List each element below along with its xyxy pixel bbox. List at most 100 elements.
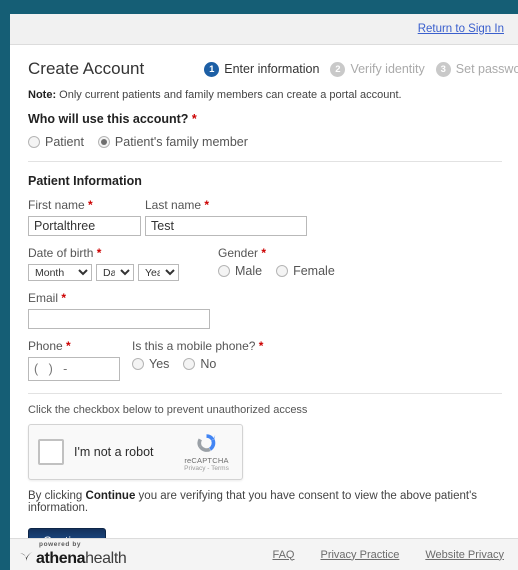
note-text: Only current patients and family members… xyxy=(56,89,402,101)
last-name-label: Last name * xyxy=(145,198,502,212)
radio-female-dot[interactable] xyxy=(276,265,289,277)
note-prefix: Note: xyxy=(28,89,57,101)
recaptcha-widget[interactable]: I'm not a robot reCAPTCHA Privacy - Term… xyxy=(28,424,243,480)
dob-group: Date of birth * Month Day Year xyxy=(28,246,218,281)
dob-gender-row: Date of birth * Month Day Year Gender * … xyxy=(28,246,502,281)
phone-input[interactable] xyxy=(28,357,120,381)
top-bar: Return to Sign In xyxy=(10,14,518,45)
captcha-instruction: Click the checkbox below to prevent unau… xyxy=(28,404,308,416)
radio-mobile-yes-label: Yes xyxy=(149,357,170,371)
powered-by-label: powered by xyxy=(39,540,82,548)
step-1-number: 1 xyxy=(204,61,220,77)
recaptcha-branding: reCAPTCHA Privacy - Terms xyxy=(180,432,233,472)
recaptcha-icon xyxy=(180,432,233,455)
step-1-label: Enter information xyxy=(224,62,320,76)
footer-link-website-privacy[interactable]: Website Privacy xyxy=(425,549,504,561)
divider-captcha xyxy=(28,393,502,394)
mobile-phone-label: Is this a mobile phone? * xyxy=(132,339,502,353)
radio-patient-dot[interactable] xyxy=(28,136,40,148)
email-label-text: Email xyxy=(28,291,59,305)
portal-note: Note: Only current patients and family m… xyxy=(28,89,502,101)
consent-text: By clicking Continue you are verifying t… xyxy=(28,490,502,514)
footer-links: FAQ Privacy Practice Website Privacy xyxy=(246,549,504,561)
section-title-patient-information: Patient Information xyxy=(28,174,142,188)
athena-leaf-icon xyxy=(18,549,35,567)
radio-patients-family-member-label: Patient's family member xyxy=(114,135,248,149)
phone-required: * xyxy=(66,339,71,353)
phone-row: Phone * Is this a mobile phone? * Yes xyxy=(28,339,502,381)
dob-day-select[interactable]: Day xyxy=(96,264,134,281)
account-user-question-text: Who will use this account? xyxy=(28,112,189,126)
app-frame: Return to Sign In Create Account 1 Enter… xyxy=(0,0,518,570)
athena-text: athena xyxy=(36,550,86,568)
mobile-group: Is this a mobile phone? * Yes No xyxy=(132,339,502,381)
recaptcha-checkbox[interactable] xyxy=(38,439,64,465)
step-set-password: 3 Set password xyxy=(435,61,518,77)
return-to-sign-in-link[interactable]: Return to Sign In xyxy=(418,23,504,35)
radio-patients-family-member[interactable]: Patient's family member xyxy=(97,135,248,149)
radio-mobile-yes[interactable]: Yes xyxy=(132,357,169,371)
name-labels-row: First name * Last name * xyxy=(28,198,502,236)
phone-group: Phone * xyxy=(28,339,132,381)
email-required: * xyxy=(61,291,67,305)
radio-mobile-no-dot[interactable] xyxy=(183,358,196,370)
phone-label: Phone * xyxy=(28,339,132,353)
dob-month-select[interactable]: Month xyxy=(28,264,92,281)
last-name-required: * xyxy=(204,198,210,212)
gender-group: Gender * Male Female xyxy=(218,246,502,281)
radio-male[interactable]: Male xyxy=(218,264,262,278)
page-footer: powered by athena health FAQ Privacy Pra… xyxy=(10,538,518,570)
footer-link-faq[interactable]: FAQ xyxy=(272,549,294,561)
first-name-input[interactable] xyxy=(28,216,141,236)
page-title: Create Account xyxy=(28,59,145,78)
date-of-birth-label: Date of birth * xyxy=(28,246,218,260)
dob-required: * xyxy=(96,246,102,260)
step-2-number: 2 xyxy=(330,61,346,77)
email-input[interactable] xyxy=(28,309,210,329)
gender-radio-group: Male Female xyxy=(218,264,502,278)
radio-male-label: Male xyxy=(235,264,263,278)
radio-mobile-yes-dot[interactable] xyxy=(132,358,144,370)
divider-top xyxy=(28,161,502,162)
page-card: Return to Sign In Create Account 1 Enter… xyxy=(10,14,518,570)
step-verify-identity: 2 Verify identity xyxy=(330,61,425,77)
radio-patient-label: Patient xyxy=(45,135,84,149)
first-name-label-text: First name xyxy=(28,198,85,212)
date-of-birth-label-text: Date of birth xyxy=(28,246,94,260)
email-label: Email * xyxy=(28,291,502,305)
step-enter-information[interactable]: 1 Enter information xyxy=(204,61,320,77)
last-name-input[interactable] xyxy=(145,216,307,236)
phone-label-text: Phone xyxy=(28,339,63,353)
mobile-required: * xyxy=(258,339,264,353)
consent-prefix: By clicking xyxy=(28,490,86,502)
gender-required: * xyxy=(261,246,267,260)
last-name-label-text: Last name xyxy=(145,198,202,212)
header-row: Create Account 1 Enter information 2 Ver… xyxy=(10,45,518,89)
radio-male-dot[interactable] xyxy=(218,265,230,277)
radio-female[interactable]: Female xyxy=(276,264,335,278)
dob-year-select[interactable]: Year xyxy=(138,264,179,281)
radio-female-label: Female xyxy=(293,264,335,278)
first-name-label: First name * xyxy=(28,198,145,212)
radio-mobile-no[interactable]: No xyxy=(183,357,216,371)
mobile-radio-group: Yes No xyxy=(132,357,502,371)
athenahealth-logo: powered by athena health xyxy=(18,540,127,568)
recaptcha-brand-name: reCAPTCHA xyxy=(184,456,229,465)
required-asterisk: * xyxy=(191,112,197,126)
step-2-label: Verify identity xyxy=(350,62,425,76)
footer-link-privacy-practice[interactable]: Privacy Practice xyxy=(320,549,399,561)
radio-patients-family-member-dot[interactable] xyxy=(97,136,110,148)
account-user-radio-group: Patient Patient's family member xyxy=(28,135,502,149)
mobile-phone-label-text: Is this a mobile phone? xyxy=(132,339,256,353)
step-indicator: 1 Enter information 2 Verify identity 3 … xyxy=(204,61,518,77)
consent-bold: Continue xyxy=(85,490,136,502)
first-name-required: * xyxy=(88,198,93,212)
email-group: Email * xyxy=(28,291,502,329)
athenahealth-wordmark: athena health xyxy=(18,549,127,568)
health-text: health xyxy=(85,550,127,568)
radio-patient[interactable]: Patient xyxy=(28,135,84,149)
account-user-question: Who will use this account? * xyxy=(28,112,502,126)
gender-label-text: Gender xyxy=(218,246,259,260)
step-3-label: Set password xyxy=(455,62,518,76)
recaptcha-terms[interactable]: Privacy - Terms xyxy=(180,465,233,472)
